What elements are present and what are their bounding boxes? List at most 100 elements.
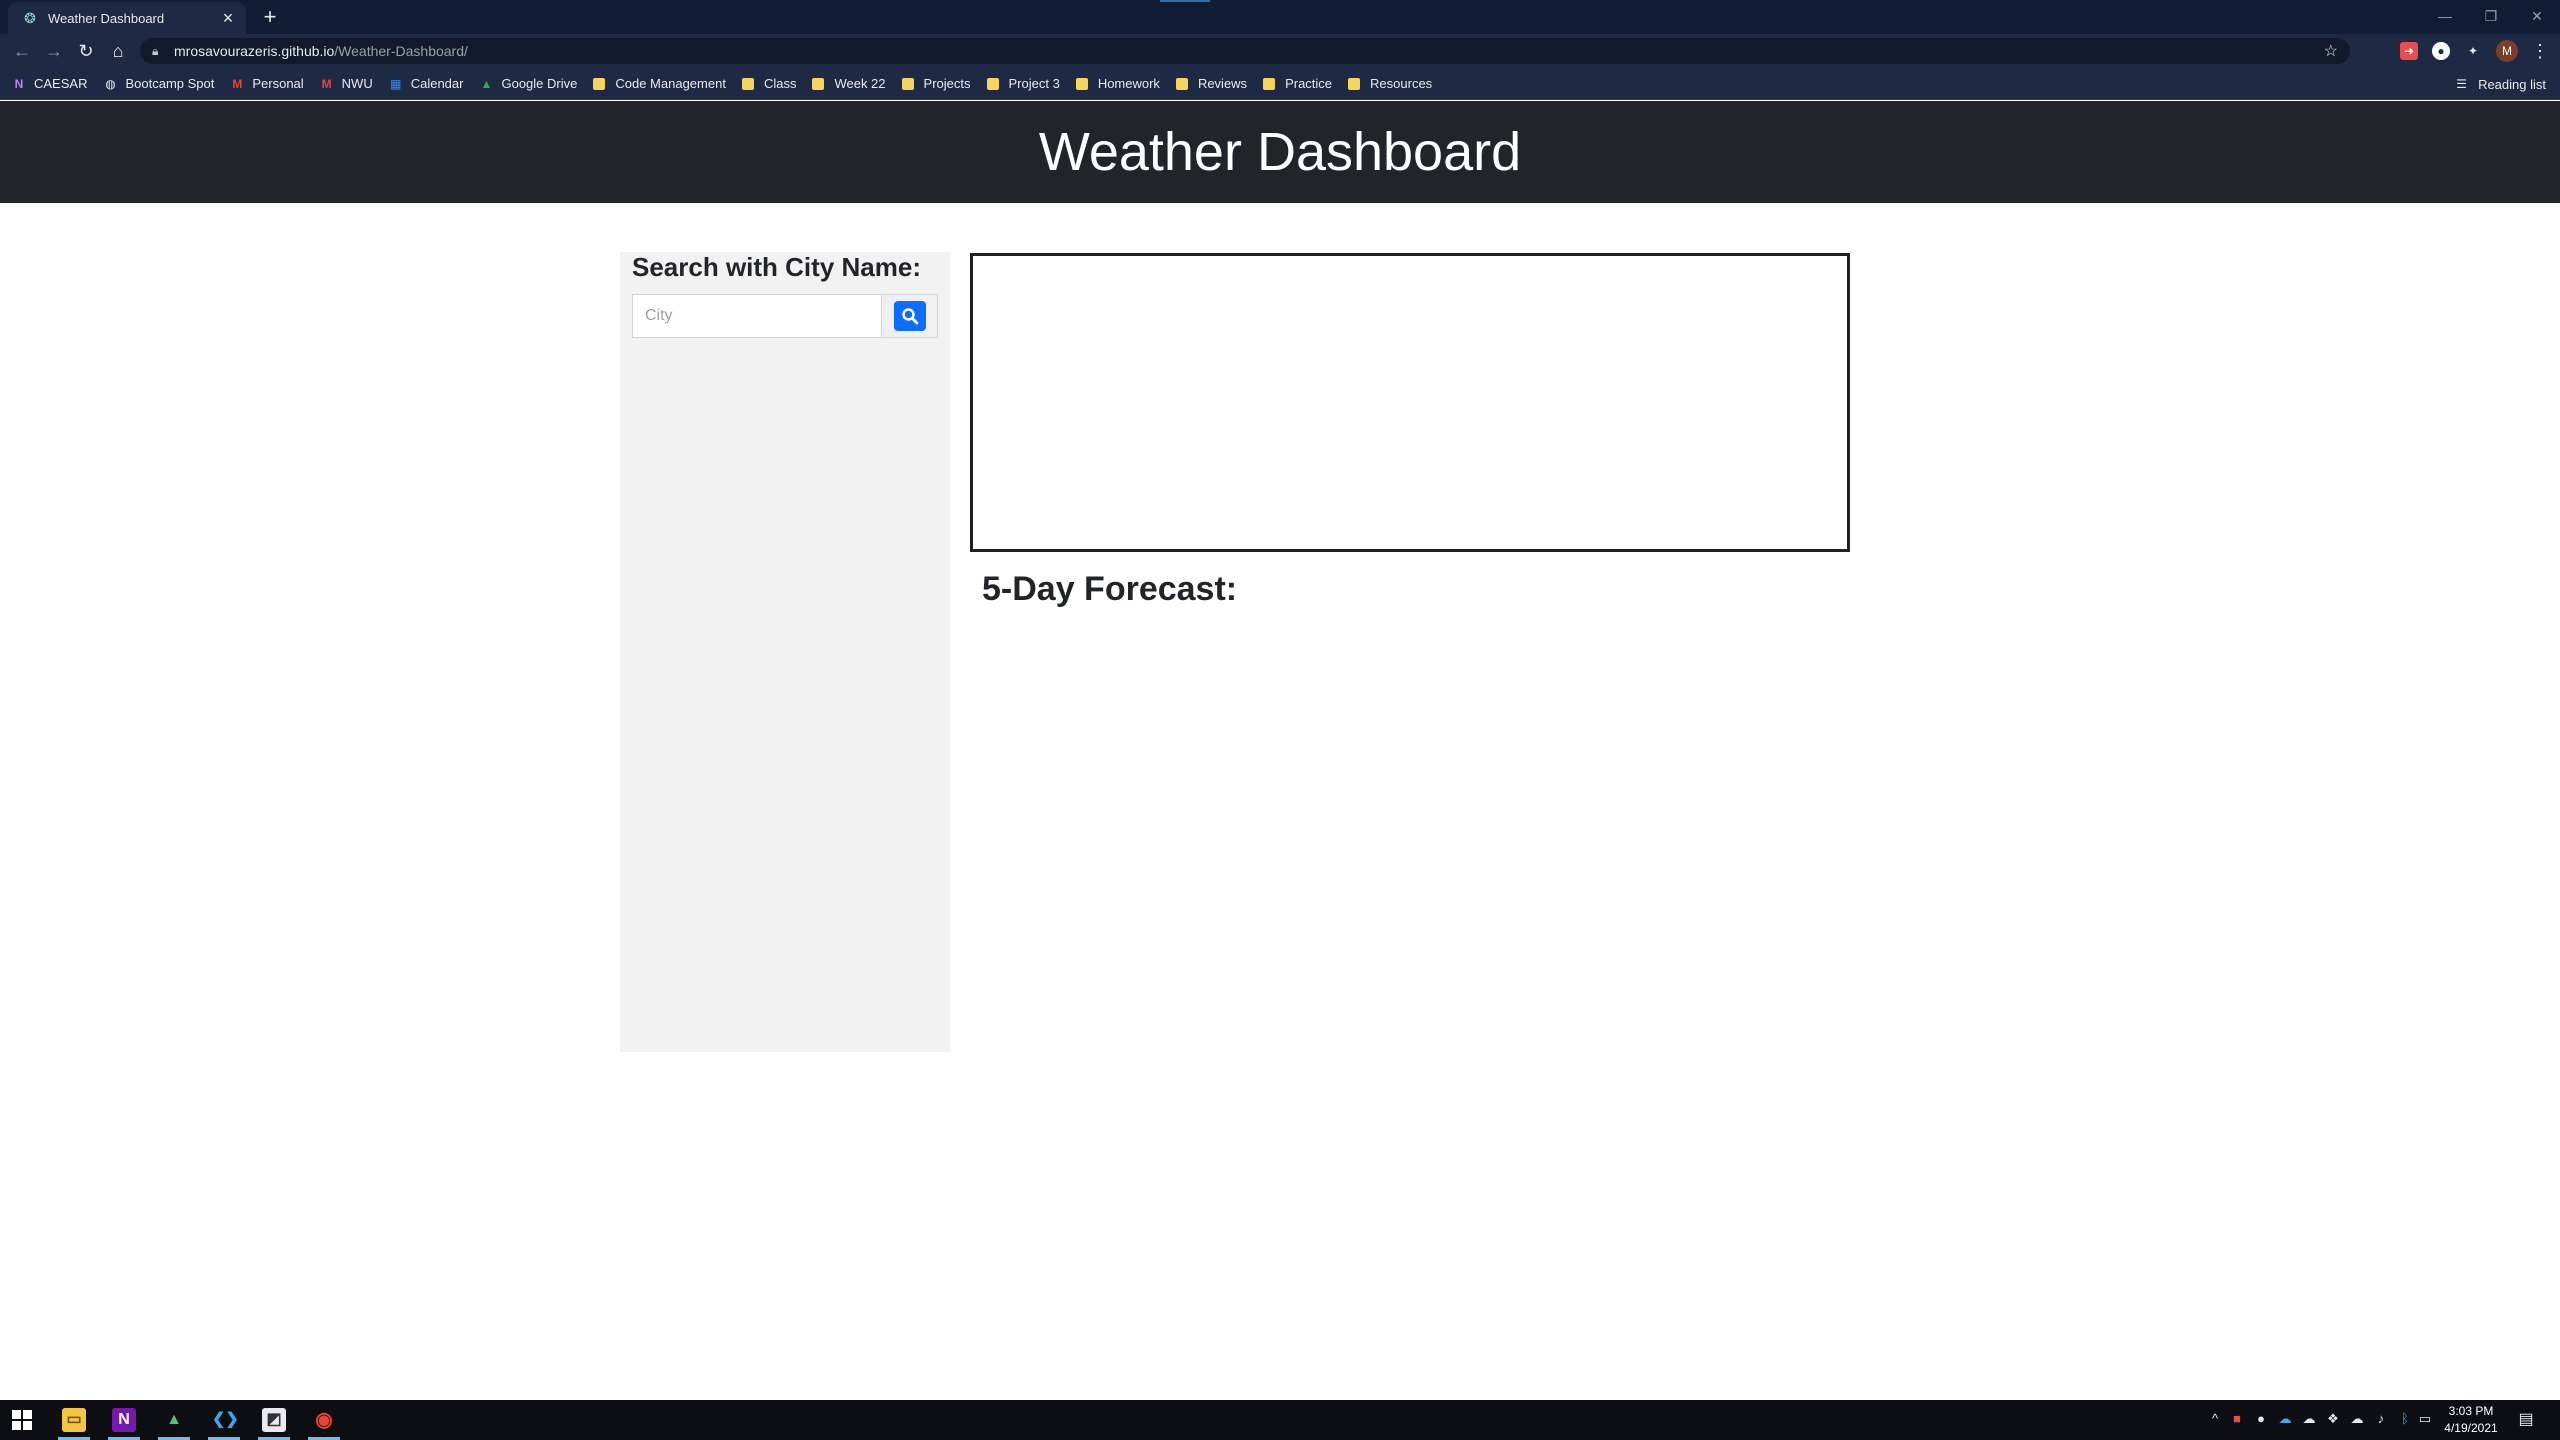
close-window-button[interactable]: ✕	[2514, 4, 2560, 28]
current-weather-card	[970, 253, 1850, 552]
home-button[interactable]: ⌂	[106, 39, 130, 63]
onedrive-icon[interactable]: ☁	[2276, 1410, 2294, 1428]
bookmark-item[interactable]: M NWU	[320, 72, 373, 96]
onenote-icon: N	[112, 1408, 136, 1432]
bookmark-item[interactable]: Practice	[1263, 72, 1332, 96]
cloud-icon[interactable]: ☁	[2300, 1410, 2318, 1428]
clock-date: 4/19/2021	[2444, 1421, 2498, 1435]
folder-icon	[812, 77, 825, 90]
bookmark-label: CAESAR	[34, 76, 88, 91]
reading-list-label: Reading list	[2478, 76, 2546, 92]
search-sidebar: Search with City Name:	[620, 252, 950, 1052]
browser-toolbar: ← → ↻ ⌂ 🔒︎ mrosavourazeris.github.io /We…	[0, 34, 2560, 68]
extension-share-icon[interactable]: ➜	[2400, 42, 2418, 60]
notifications-icon[interactable]: ▤	[2514, 1408, 2538, 1432]
address-bar[interactable]: 🔒︎ mrosavourazeris.github.io /Weather-Da…	[140, 38, 2350, 64]
clock-time: 3:03 PM	[2448, 1404, 2494, 1418]
dropbox-icon[interactable]: ❖	[2324, 1410, 2342, 1428]
taskbar-chrome[interactable]: ◉	[300, 1400, 348, 1440]
app-box-icon: ◩	[262, 1408, 286, 1432]
folder-icon	[593, 77, 606, 90]
globe-icon: ◍	[105, 76, 116, 91]
search-button-wrap	[881, 295, 937, 337]
folder-icon	[986, 77, 999, 90]
bookmark-label: Resources	[1370, 76, 1433, 91]
tab-close-icon[interactable]: ×	[218, 8, 238, 28]
file-explorer-icon: ▭	[62, 1408, 86, 1432]
drive-icon: ▲	[480, 76, 493, 91]
bookmark-item[interactable]: ◍ Bootcamp Spot	[103, 72, 214, 96]
active-tab[interactable]: ❂ Weather Dashboard ×	[8, 2, 246, 34]
bookmark-item[interactable]: Projects	[901, 72, 971, 96]
bookmark-label: Homework	[1097, 76, 1160, 91]
url-host: mrosavourazeris.github.io	[174, 43, 335, 59]
bookmark-item[interactable]: ▦ Calendar	[389, 72, 464, 96]
browser-menu-icon[interactable]: ⋮	[2530, 39, 2550, 63]
calendar-icon: ▦	[390, 76, 402, 91]
back-button[interactable]: ←	[10, 39, 34, 63]
folder-icon	[1348, 77, 1361, 90]
tray-overflow-icon[interactable]: ^	[2206, 1410, 2224, 1428]
folder-icon	[1263, 77, 1276, 90]
bookmark-label: Code Management	[615, 76, 726, 91]
bluetooth-icon[interactable]: ᛒ	[2396, 1410, 2414, 1428]
reading-list-icon: ☰	[2456, 77, 2467, 91]
tray-app-icon[interactable]: ●	[2252, 1410, 2270, 1428]
bookmarks-bar: N CAESAR ◍ Bootcamp Spot M Personal M NWU ▦ Calen…	[0, 68, 2560, 100]
forward-button[interactable]: →	[42, 39, 66, 63]
tab-title: Weather Dashboard	[48, 10, 165, 26]
bookmark-item[interactable]: Reviews	[1175, 72, 1247, 96]
minimize-button[interactable]: —	[2422, 4, 2468, 28]
bookmark-label: Personal	[252, 76, 304, 91]
chrome-icon: ◉	[315, 1409, 333, 1431]
bookmark-item[interactable]: Code Management	[593, 72, 726, 96]
folder-icon	[1075, 77, 1088, 90]
reload-button[interactable]: ↻	[74, 39, 98, 63]
folder-icon	[1175, 77, 1188, 90]
tabstrip-accent	[1160, 0, 1210, 2]
lock-icon: 🔒︎	[152, 43, 159, 58]
bookmark-label: Project 3	[1008, 76, 1060, 91]
bookmark-item[interactable]: ▲ Google Drive	[479, 72, 578, 96]
new-tab-button[interactable]: +	[258, 5, 282, 29]
bookmark-label: NWU	[341, 76, 373, 91]
bookmark-item[interactable]: M Personal	[230, 72, 303, 96]
profile-avatar[interactable]: M	[2496, 40, 2518, 62]
bookmark-item[interactable]: Class	[741, 72, 796, 96]
city-search-input[interactable]	[633, 295, 881, 337]
page-header: Weather Dashboard	[0, 101, 2560, 203]
bookmark-item[interactable]: N CAESAR	[12, 72, 88, 96]
gmail-icon: M	[232, 76, 243, 91]
weather-favicon-icon: ❂	[24, 10, 36, 26]
taskbar-app-box[interactable]: ◩	[250, 1400, 298, 1440]
taskbar-onenote[interactable]: N	[100, 1400, 148, 1440]
tray-record-icon[interactable]: ■	[2228, 1410, 2246, 1428]
taskbar-vscode[interactable]: ❮❯	[200, 1400, 248, 1440]
bookmark-label: Calendar	[410, 76, 464, 91]
search-button[interactable]	[893, 301, 926, 331]
taskbar-file-explorer[interactable]: ▭	[50, 1400, 98, 1440]
url-path: /Weather-Dashboard/	[334, 43, 468, 59]
search-group	[632, 294, 938, 338]
upload-cloud-icon[interactable]: ☁	[2348, 1410, 2366, 1428]
search-icon	[901, 308, 918, 325]
network-icon[interactable]: ▭	[2416, 1410, 2434, 1428]
taskbar: ▭ N ▲ ❮❯ ◩ ◉ ^ ■ ● ☁ ☁ ❖ ☁ ♪ ᛒ ▭ 3:03 PM…	[0, 1400, 2560, 1440]
restore-button[interactable]: ❐	[2468, 4, 2514, 28]
windows-start-icon[interactable]	[12, 1410, 32, 1430]
bookmark-item[interactable]: Project 3	[986, 72, 1060, 96]
gitkraken-icon: ▲	[166, 1411, 182, 1428]
reading-list-button[interactable]: ☰ Reading list	[2456, 72, 2546, 96]
gmail-icon: M	[321, 76, 332, 91]
bookmark-label: Week 22	[834, 76, 886, 91]
volume-icon[interactable]: ♪	[2372, 1410, 2390, 1428]
bookmark-star-icon[interactable]: ☆	[2324, 41, 2338, 61]
taskbar-gitkraken[interactable]: ▲	[150, 1400, 198, 1440]
bookmark-item[interactable]: Homework	[1075, 72, 1160, 96]
bookmark-item[interactable]: Week 22	[812, 72, 886, 96]
bookmark-item[interactable]: Resources	[1348, 72, 1432, 96]
bookmark-label: Google Drive	[501, 76, 578, 91]
extension-circle-icon[interactable]: ●	[2432, 42, 2450, 60]
taskbar-clock[interactable]: 3:03 PM 4/19/2021	[2436, 1403, 2506, 1437]
extensions-puzzle-icon[interactable]: ✦	[2464, 42, 2482, 60]
